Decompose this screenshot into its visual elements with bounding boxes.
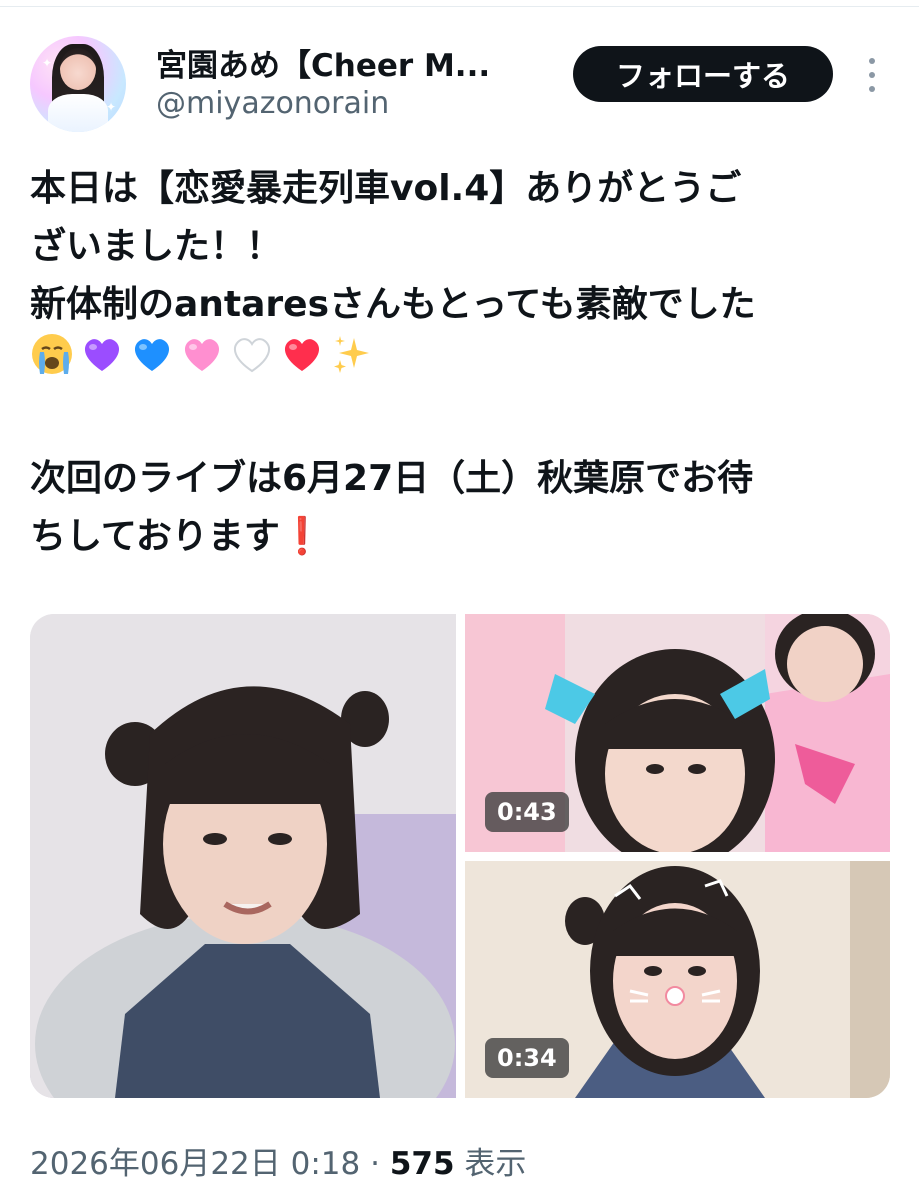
tweet-line-text: ちしております bbox=[30, 516, 280, 557]
avatar-face bbox=[60, 48, 96, 90]
exclamation-emoji: ❗ bbox=[279, 516, 325, 557]
avatar[interactable]: ✦ ✦ bbox=[30, 36, 126, 132]
top-divider bbox=[0, 6, 919, 7]
emoji-row bbox=[30, 334, 900, 392]
photo-illustration bbox=[30, 614, 456, 1098]
pink-heart-emoji bbox=[180, 332, 224, 394]
display-name[interactable]: 宮園あめ【Cheer M... bbox=[156, 40, 536, 85]
tweet-metadata: 2026年06月22日 0:18 · 575 表示 bbox=[30, 1138, 526, 1183]
dot bbox=[869, 86, 875, 92]
crying-face-emoji bbox=[30, 332, 74, 394]
dot bbox=[869, 58, 875, 64]
user-handle[interactable]: @miyazonorain bbox=[156, 86, 389, 121]
media-video[interactable]: 0:43 bbox=[465, 614, 890, 852]
tweet-line: ちしております❗ bbox=[30, 508, 900, 566]
blue-heart-emoji bbox=[130, 332, 174, 394]
dot bbox=[869, 72, 875, 78]
post-timestamp[interactable]: 2026年06月22日 0:18 bbox=[30, 1146, 360, 1182]
sparkle-icon: ✦ bbox=[42, 56, 53, 70]
tweet-line: 新体制のantaresさんもとっても素敵でした bbox=[30, 284, 756, 325]
view-label: 表示 bbox=[454, 1146, 527, 1182]
tweet-line: 次回のライブは6月27日（土）秋葉原でお待 bbox=[30, 458, 754, 499]
meta-separator: · bbox=[360, 1146, 390, 1182]
media-grid: 0:43 0:34 bbox=[30, 614, 890, 1098]
video-duration-badge: 0:43 bbox=[485, 792, 569, 832]
sparkle-icon: ✦ bbox=[106, 100, 117, 114]
avatar-body bbox=[48, 94, 108, 132]
media-video[interactable]: 0:34 bbox=[465, 861, 890, 1098]
tweet-line: 本日は【恋愛暴走列車vol.4】ありがとうご bbox=[30, 168, 742, 209]
tweet-line: ざいました！！ bbox=[30, 226, 283, 267]
video-duration-badge: 0:34 bbox=[485, 1038, 569, 1078]
media-photo[interactable] bbox=[30, 614, 456, 1098]
follow-button[interactable]: フォローする bbox=[573, 46, 833, 102]
view-count[interactable]: 575 bbox=[390, 1146, 455, 1182]
more-vertical-icon[interactable] bbox=[862, 58, 882, 92]
white-heart-emoji bbox=[230, 332, 274, 394]
tweet-text: 本日は【恋愛暴走列車vol.4】ありがとうご ざいました！！ 新体制のantar… bbox=[30, 160, 900, 566]
red-heart-emoji bbox=[280, 332, 324, 394]
purple-heart-emoji bbox=[80, 332, 124, 394]
sparkles-emoji bbox=[330, 332, 374, 394]
